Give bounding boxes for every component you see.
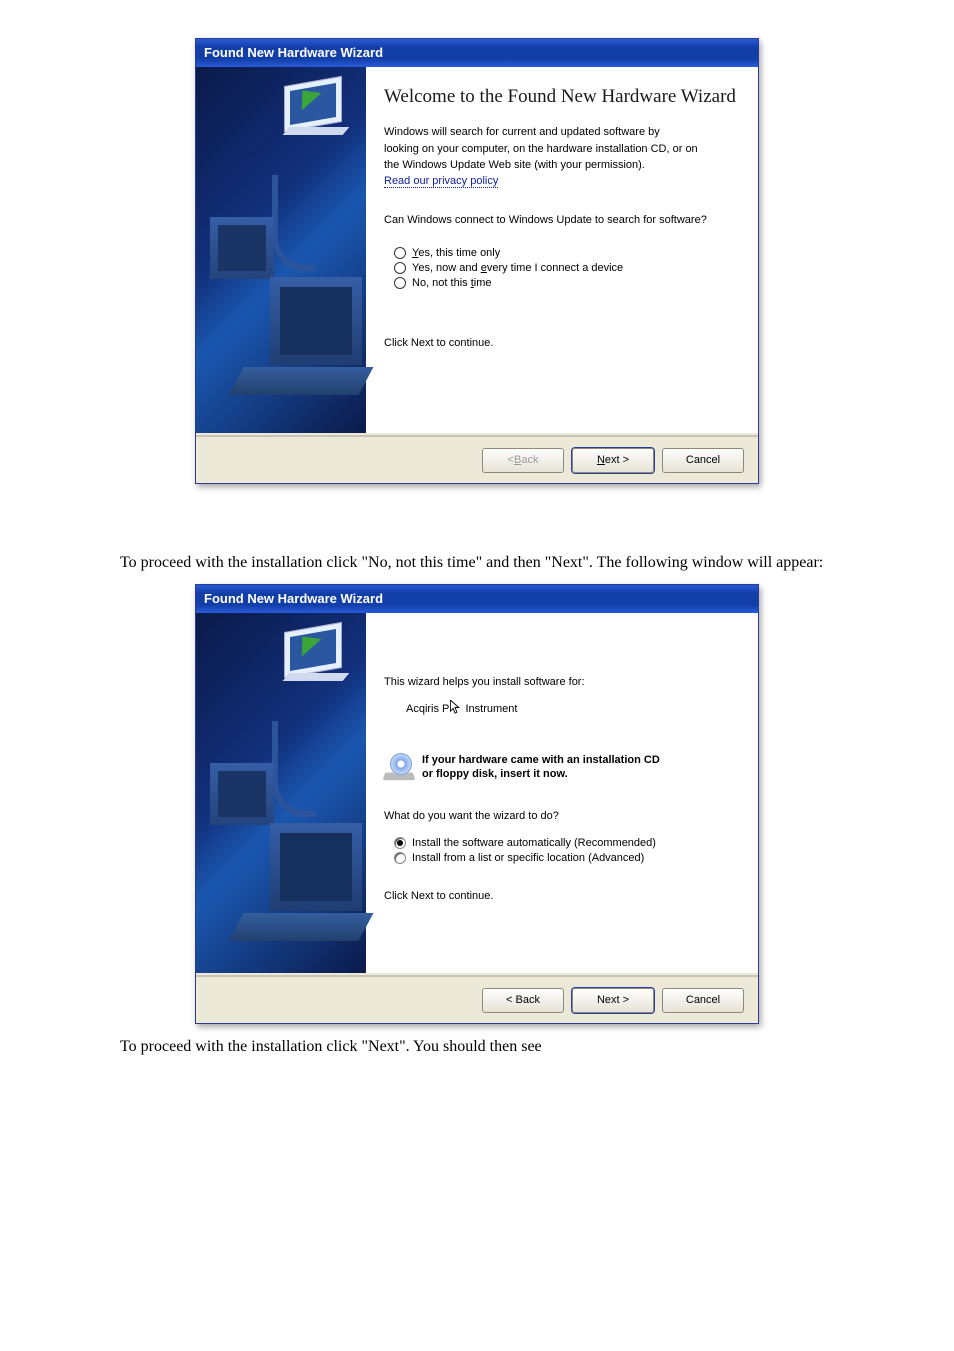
back-button[interactable]: < Back [482, 988, 564, 1013]
window-title: Found New Hardware Wizard [196, 585, 758, 613]
instruction-text-2: To proceed with the installation click "… [120, 1038, 954, 1056]
window-title: Found New Hardware Wizard [196, 39, 758, 67]
radio-icon[interactable] [394, 262, 406, 274]
cancel-button[interactable]: Cancel [662, 448, 744, 473]
cursor-icon [450, 700, 461, 715]
device-name: Acqiris P Instrument [406, 700, 740, 717]
insert-cd-hint: If your hardware came with an installati… [384, 753, 740, 782]
wizard-side-graphic [196, 67, 366, 433]
option-label: Yes, this time only [412, 247, 500, 259]
wizard-question: What do you want the wizard to do? [384, 809, 740, 824]
instruction-text-1: To proceed with the installation click "… [120, 554, 954, 572]
option-yes-every-time[interactable]: Yes, now and every time I connect a devi… [394, 262, 740, 274]
option-label: Install from a list or specific location… [412, 852, 644, 864]
radio-icon[interactable] [394, 277, 406, 289]
option-install-automatically[interactable]: Install the software automatically (Reco… [394, 837, 740, 849]
click-next-label: Click Next to continue. [384, 889, 740, 904]
radio-icon[interactable] [394, 837, 406, 849]
wizard-footer: < Back Next > Cancel [196, 976, 758, 1023]
privacy-policy-link[interactable]: Read our privacy policy [384, 175, 498, 188]
wizard-footer: < Back Next > Cancel [196, 436, 758, 483]
cancel-button[interactable]: Cancel [662, 988, 744, 1013]
option-no-not-this-time[interactable]: No, not this time [394, 277, 740, 289]
back-button: < Back [482, 448, 564, 473]
intro-text: Windows will search for current and upda… [384, 125, 740, 140]
hardware-wizard-2: Found New Hardware Wizard This wizard he… [195, 584, 759, 1024]
radio-icon[interactable] [394, 247, 406, 259]
radio-icon[interactable] [394, 852, 406, 864]
next-button[interactable]: Next > [572, 448, 654, 473]
option-install-from-list[interactable]: Install from a list or specific location… [394, 852, 740, 864]
option-label: No, not this time [412, 277, 492, 289]
connect-question: Can Windows connect to Windows Update to… [384, 213, 740, 228]
wizard-heading: Welcome to the Found New Hardware Wizard [384, 85, 740, 109]
cd-icon [384, 753, 412, 781]
next-button[interactable]: Next > [572, 988, 654, 1013]
option-yes-this-time[interactable]: Yes, this time only [394, 247, 740, 259]
intro-text: This wizard helps you install software f… [384, 675, 740, 690]
option-label: Yes, now and every time I connect a devi… [412, 262, 623, 274]
click-next-label: Click Next to continue. [384, 336, 740, 351]
hardware-wizard-1: Found New Hardware Wizard Welcome to the… [195, 38, 759, 484]
wizard-side-graphic [196, 613, 366, 973]
option-label: Install the software automatically (Reco… [412, 837, 656, 849]
